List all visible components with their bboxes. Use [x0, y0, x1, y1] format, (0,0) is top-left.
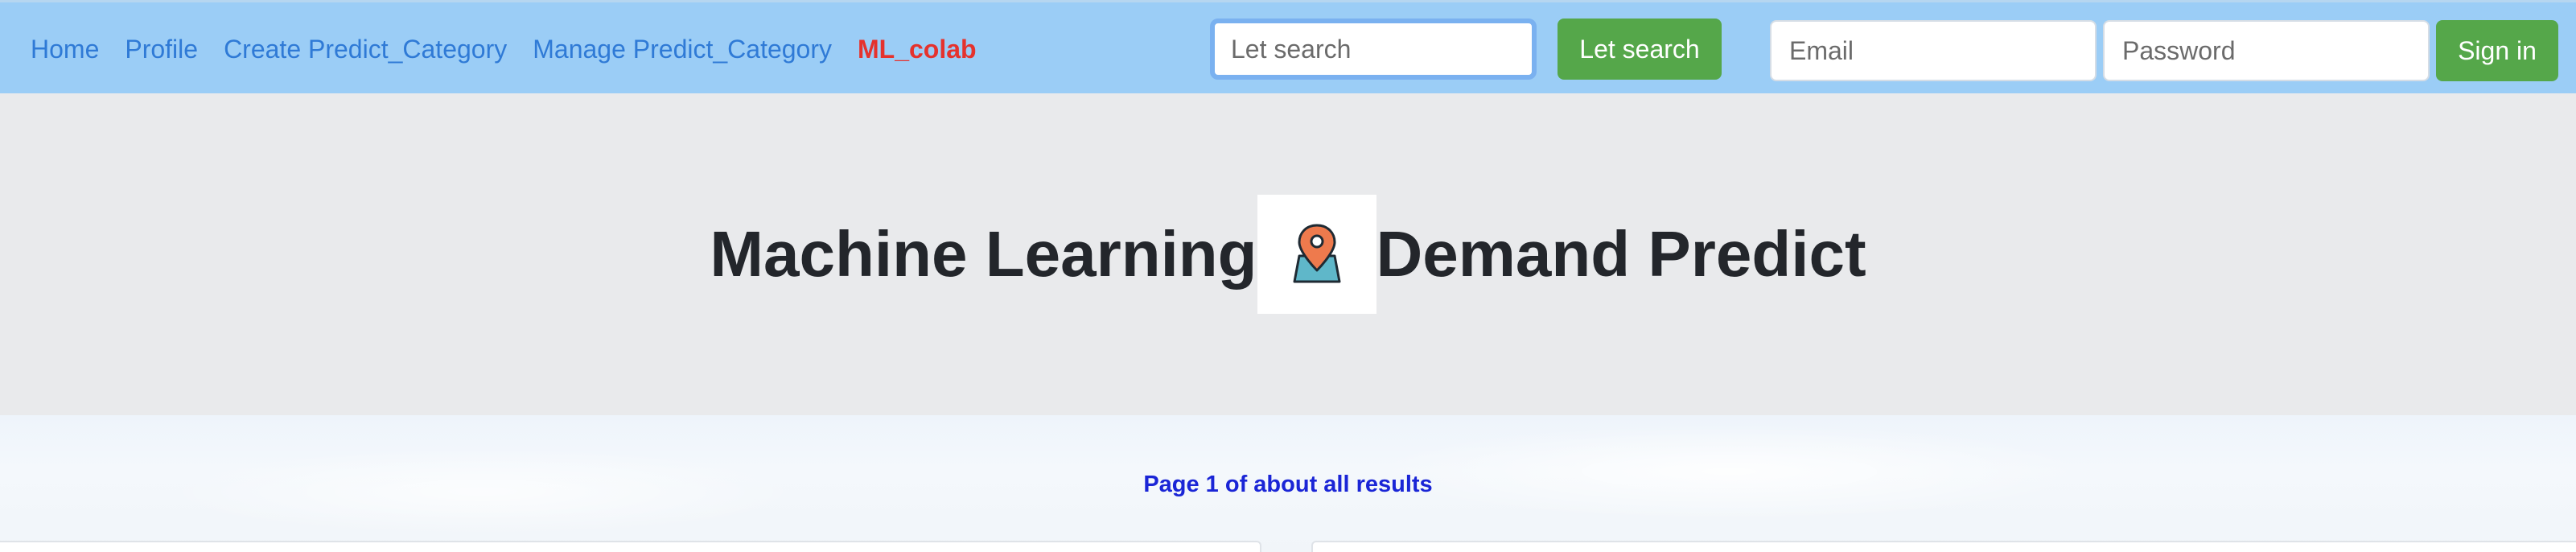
nav-link-manage-predict-category[interactable]: Manage Predict_Category [533, 35, 832, 64]
nav-links: Home Profile Create Predict_Category Man… [31, 2, 1002, 96]
password-field[interactable] [2103, 20, 2430, 81]
page-info: Page 1 of about all results [1143, 472, 1433, 497]
page: Home Profile Create Predict_Category Man… [0, 0, 2576, 552]
title-right: Demand Predict [1376, 218, 1866, 290]
title-left: Machine Learning [710, 218, 1257, 290]
hero: Machine Learning Demand Predict [0, 93, 2576, 415]
search-button[interactable]: Let search [1558, 19, 1722, 80]
nav-link-create-predict-category[interactable]: Create Predict_Category [224, 35, 507, 64]
page-title: Machine Learning Demand Predict [0, 195, 2576, 314]
navbar: Home Profile Create Predict_Category Man… [0, 0, 2576, 93]
search-input[interactable] [1210, 19, 1537, 80]
email-field[interactable] [1770, 20, 2097, 81]
result-card[interactable] [0, 541, 1261, 552]
result-card[interactable] [1311, 541, 2576, 552]
logo [1257, 195, 1376, 314]
map-pin-icon [1293, 224, 1341, 283]
brand-link[interactable]: ML_colab [858, 35, 977, 64]
sign-in-button[interactable]: Sign in [2436, 20, 2558, 81]
results-section: Page 1 of about all results [0, 415, 2576, 552]
nav-link-home[interactable]: Home [31, 35, 99, 64]
nav-link-profile[interactable]: Profile [125, 35, 198, 64]
